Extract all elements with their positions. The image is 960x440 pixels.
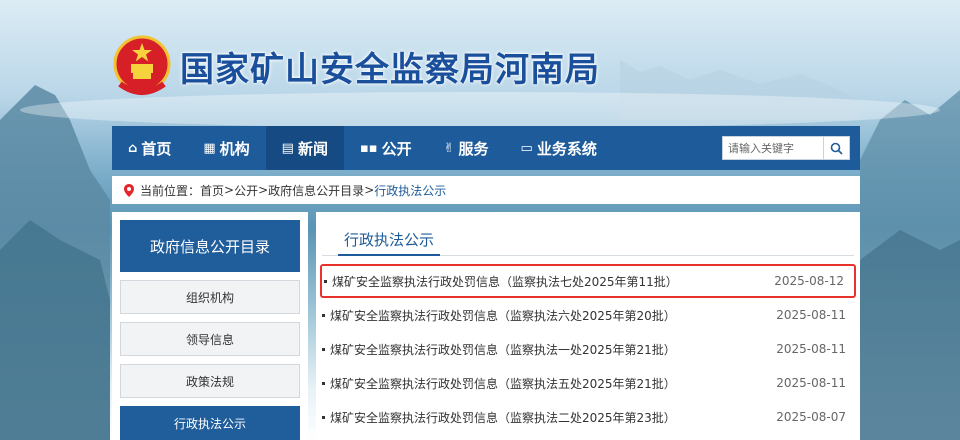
article-title[interactable]: 煤矿安全监察执法行政处罚信息（监察执法七处2025年第11批）: [332, 273, 678, 290]
section-header: 行政执法公示: [322, 224, 854, 256]
article-date: 2025-08-07: [776, 410, 846, 424]
nav-item-service[interactable]: ✌ 服务: [428, 126, 505, 170]
list-item[interactable]: 煤矿安全监察执法行政处罚信息（监察执法五处2025年第21批） 2025-08-…: [316, 366, 860, 400]
nav-item-home[interactable]: ⌂ 首页: [112, 126, 187, 170]
nav-label: 业务系统: [536, 139, 597, 158]
article-date: 2025-08-12: [774, 274, 844, 288]
nav-label: 首页: [141, 139, 172, 158]
monitor-icon: ▭: [520, 140, 533, 156]
site-title: 国家矿山安全监察局河南局: [180, 50, 600, 90]
article-title[interactable]: 煤矿安全监察执法行政处罚信息（监察执法二处2025年第23批）: [330, 409, 676, 426]
article-title[interactable]: 煤矿安全监察执法行政处罚信息（监察执法一处2025年第21批）: [330, 341, 676, 358]
nav-label: 机构: [219, 139, 250, 158]
nav-label: 新闻: [297, 139, 328, 158]
nav-item-business-system[interactable]: ▭ 业务系统: [505, 126, 613, 170]
article-date: 2025-08-11: [776, 376, 846, 390]
handshake-icon: ✌: [443, 140, 455, 156]
section-title: 行政执法公示: [338, 224, 441, 256]
document-icon: ▤: [281, 140, 294, 156]
breadcrumb-prefix: 当前位置：: [140, 183, 201, 198]
sidebar-item-enforcement[interactable]: 行政执法公示: [120, 406, 300, 440]
bullet-icon: [324, 279, 327, 283]
location-pin-icon: [124, 183, 134, 197]
building-icon: ▦: [203, 140, 216, 156]
breadcrumb-separator: >: [224, 183, 235, 197]
search-box: [722, 136, 850, 160]
nav-item-public[interactable]: ▪▪ 公开: [344, 126, 428, 170]
sidebar: 政府信息公开目录 组织机构 领导信息 政策法规 行政执法公示: [112, 212, 308, 440]
national-emblem-icon: [113, 35, 171, 95]
main-content: 行政执法公示 煤矿安全监察执法行政处罚信息（监察执法七处2025年第11批） 2…: [316, 212, 860, 440]
search-input[interactable]: [723, 137, 823, 159]
breadcrumb-home[interactable]: 首页: [200, 182, 224, 199]
sidebar-heading: 政府信息公开目录: [120, 220, 300, 272]
breadcrumb-current[interactable]: 行政执法公示: [374, 182, 446, 199]
search-button[interactable]: [823, 137, 849, 159]
breadcrumb: 当前位置： 首页 > 公开 > 政府信息公开目录 > 行政执法公示: [112, 176, 860, 204]
bullet-icon: [322, 381, 325, 385]
article-title[interactable]: 煤矿安全监察执法行政处罚信息（监察执法六处2025年第20批）: [330, 307, 676, 324]
article-date: 2025-08-11: [776, 342, 846, 356]
breadcrumb-public[interactable]: 公开: [234, 182, 258, 199]
sidebar-item-leadership[interactable]: 领导信息: [120, 322, 300, 356]
home-icon: ⌂: [128, 140, 138, 156]
article-date: 2025-08-11: [776, 308, 846, 322]
list-item[interactable]: 煤矿安全监察执法行政处罚信息（监察执法一处2025年第21批） 2025-08-…: [316, 332, 860, 366]
breadcrumb-separator: >: [258, 183, 269, 197]
article-list: 煤矿安全监察执法行政处罚信息（监察执法七处2025年第11批） 2025-08-…: [316, 264, 860, 434]
breadcrumb-separator: >: [364, 183, 375, 197]
list-item[interactable]: 煤矿安全监察执法行政处罚信息（监察执法二处2025年第23批） 2025-08-…: [316, 400, 860, 434]
nav-item-organization[interactable]: ▦ 机构: [187, 126, 265, 170]
nav-label: 服务: [458, 139, 489, 158]
article-title[interactable]: 煤矿安全监察执法行政处罚信息（监察执法五处2025年第21批）: [330, 375, 676, 392]
main-nav: ⌂ 首页 ▦ 机构 ▤ 新闻 ▪▪ 公开 ✌ 服务 ▭ 业务系统: [112, 126, 860, 170]
breadcrumb-catalog[interactable]: 政府信息公开目录: [268, 182, 364, 199]
list-item[interactable]: 煤矿安全监察执法行政处罚信息（监察执法六处2025年第20批） 2025-08-…: [316, 298, 860, 332]
nav-item-news[interactable]: ▤ 新闻: [265, 126, 344, 170]
sidebar-item-policies[interactable]: 政策法规: [120, 364, 300, 398]
search-icon: [830, 142, 843, 155]
bullet-icon: [322, 415, 325, 419]
sidebar-item-organization[interactable]: 组织机构: [120, 280, 300, 314]
grid-icon: ▪▪: [359, 140, 378, 156]
nav-label: 公开: [381, 139, 412, 158]
bullet-icon: [322, 313, 325, 317]
bullet-icon: [322, 347, 325, 351]
list-item[interactable]: 煤矿安全监察执法行政处罚信息（监察执法七处2025年第11批） 2025-08-…: [320, 264, 856, 298]
